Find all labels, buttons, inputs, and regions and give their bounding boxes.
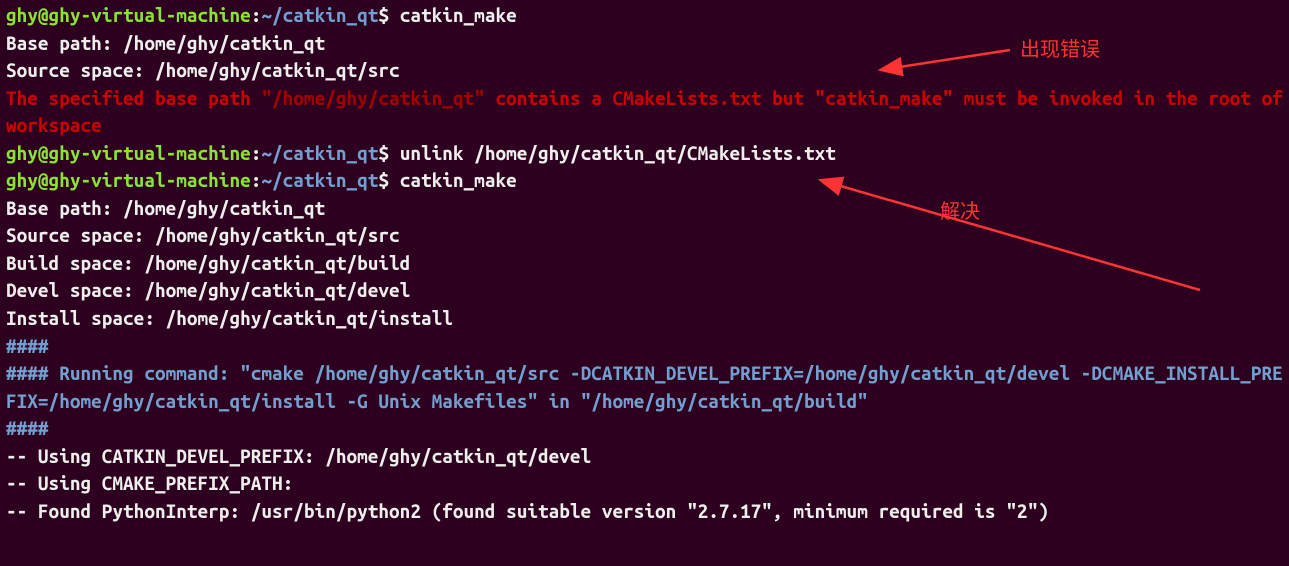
user-host: ghy@ghy-virtual-machine — [6, 142, 251, 164]
prompt-line-1[interactable]: ghy@ghy-virtual-machine:~/catkin_qt$ cat… — [6, 2, 1283, 30]
command-text: catkin_make — [400, 4, 517, 26]
terminal-output: ghy@ghy-virtual-machine:~/catkin_qt$ cat… — [6, 2, 1283, 525]
output-line: Devel space: /home/ghy/catkin_qt/devel — [6, 277, 1283, 305]
sep: : — [251, 142, 262, 164]
output-line: Build space: /home/ghy/catkin_qt/build — [6, 250, 1283, 278]
output-line: -- Using CATKIN_DEVEL_PREFIX: /home/ghy/… — [6, 443, 1283, 471]
user-host: ghy@ghy-virtual-machine — [6, 4, 251, 26]
output-line: -- Using CMAKE_PREFIX_PATH: — [6, 470, 1283, 498]
error-path: "/home/ghy/catkin_qt" — [261, 87, 484, 109]
cwd: ~/catkin_qt — [261, 4, 378, 26]
output-line: Install space: /home/ghy/catkin_qt/insta… — [6, 305, 1283, 333]
annotation-error-label: 出现错误 — [1020, 36, 1100, 65]
output-line: -- Found PythonInterp: /usr/bin/python2 … — [6, 498, 1283, 526]
in-word: in — [538, 390, 581, 412]
dollar: $ — [378, 142, 389, 164]
annotation-fix-label: 解决 — [940, 198, 980, 227]
hash-line: #### — [6, 333, 1283, 361]
cwd: ~/catkin_qt — [261, 142, 378, 164]
prompt-line-2[interactable]: ghy@ghy-virtual-machine:~/catkin_qt$ unl… — [6, 140, 1283, 168]
running-label: Running command: — [59, 362, 240, 384]
error-text: The specified base path — [6, 87, 261, 109]
command-text: catkin_make — [400, 169, 517, 191]
sep: : — [251, 4, 262, 26]
output-line: Base path: /home/ghy/catkin_qt — [6, 195, 1283, 223]
error-line: The specified base path "/home/ghy/catki… — [6, 85, 1283, 140]
hash-prefix: #### — [6, 362, 59, 384]
hash-line: #### — [6, 415, 1283, 443]
running-command-line: #### Running command: "cmake /home/ghy/c… — [6, 360, 1283, 415]
cwd: ~/catkin_qt — [261, 169, 378, 191]
command-text: unlink /home/ghy/catkin_qt/CMakeLists.tx… — [400, 142, 836, 164]
prompt-line-3[interactable]: ghy@ghy-virtual-machine:~/catkin_qt$ cat… — [6, 167, 1283, 195]
dollar: $ — [378, 4, 389, 26]
sep: : — [251, 169, 262, 191]
output-line: Source space: /home/ghy/catkin_qt/src — [6, 222, 1283, 250]
running-path: "/home/ghy/catkin_qt/build" — [581, 390, 868, 412]
dollar: $ — [378, 169, 389, 191]
user-host: ghy@ghy-virtual-machine — [6, 169, 251, 191]
